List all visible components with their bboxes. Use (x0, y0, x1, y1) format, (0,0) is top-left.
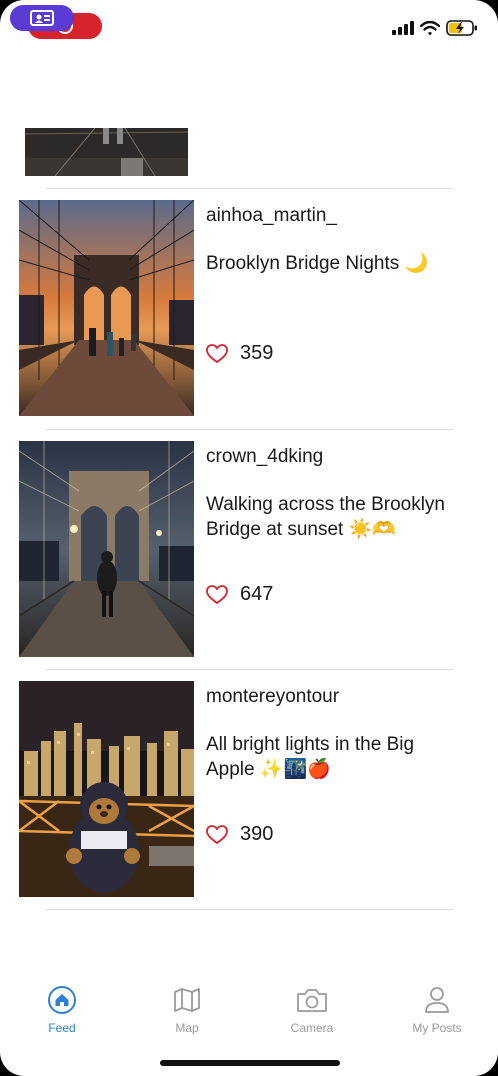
feed-list[interactable]: ainhoa_martin_ Brooklyn Bridge Nights 🌙 … (0, 0, 498, 970)
like-row: 359 (206, 342, 273, 365)
like-count: 390 (240, 823, 274, 845)
divider (46, 669, 454, 670)
post-card[interactable]: montereyontour All bright lights in the … (19, 681, 459, 897)
post-username[interactable]: ainhoa_martin_ (206, 204, 456, 228)
heart-icon[interactable] (206, 824, 228, 845)
like-row: 390 (206, 823, 273, 846)
tab-feed[interactable]: Feed (17, 985, 107, 1035)
post-image[interactable] (19, 200, 194, 416)
post-caption: Brooklyn Bridge Nights 🌙 (206, 253, 429, 274)
post-image[interactable] (19, 441, 194, 657)
tab-my-posts[interactable]: My Posts (392, 985, 482, 1035)
tab-label: My Posts (412, 1021, 462, 1035)
tab-map[interactable]: Map (142, 985, 232, 1035)
tab-label: Feed (48, 1021, 76, 1035)
post-image-partial[interactable] (25, 128, 188, 176)
heart-icon[interactable] (206, 584, 228, 605)
person-icon (425, 987, 449, 1013)
post-username[interactable]: crown_4dking (206, 445, 456, 469)
tab-camera[interactable]: Camera (267, 985, 357, 1035)
post-card[interactable]: ainhoa_martin_ Brooklyn Bridge Nights 🌙 … (19, 200, 459, 416)
post-caption: Walking across the Brooklyn Bridge at su… (206, 494, 446, 540)
tab-label: Map (175, 1021, 199, 1035)
home-indicator[interactable] (160, 1060, 340, 1066)
home-icon (48, 986, 76, 1014)
post-username[interactable]: montereyontour (206, 685, 456, 709)
heart-icon[interactable] (206, 343, 228, 364)
post-image[interactable] (19, 681, 194, 897)
divider (46, 429, 454, 430)
tab-label: Camera (290, 1021, 334, 1035)
app-screen: ainhoa_martin_ Brooklyn Bridge Nights 🌙 … (0, 0, 498, 1076)
map-icon (174, 988, 200, 1012)
like-count: 647 (240, 583, 274, 605)
like-count: 359 (240, 342, 274, 364)
like-row: 647 (206, 583, 273, 606)
post-caption: All bright lights in the Big Apple ✨🌃🍎 (206, 734, 415, 780)
tab-bar: Feed Map Camera My Posts (0, 975, 498, 1055)
divider (46, 188, 454, 189)
camera-icon (297, 989, 327, 1012)
divider (46, 909, 454, 910)
post-card[interactable]: crown_4dking Walking across the Brooklyn… (19, 441, 459, 657)
